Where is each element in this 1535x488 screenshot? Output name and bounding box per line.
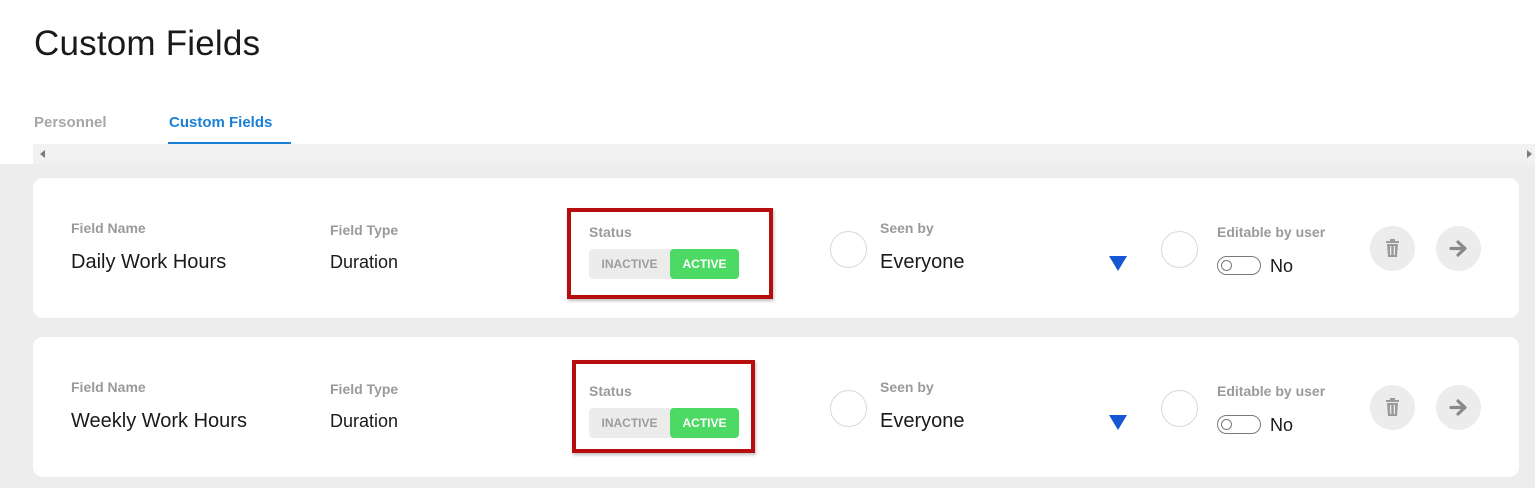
- triangle-down-icon[interactable]: [1109, 256, 1127, 271]
- tab-custom-fields[interactable]: Custom Fields: [168, 114, 292, 144]
- trash-icon: [1386, 398, 1399, 416]
- switch-knob: [1221, 419, 1232, 430]
- editable-by-user-label: Editable by user: [1217, 383, 1326, 399]
- field-name-value: Weekly Work Hours: [71, 410, 247, 432]
- seen-by-avatar-circle: [830, 390, 867, 427]
- status-highlight-box: [572, 360, 755, 453]
- scroll-left-icon[interactable]: [40, 150, 45, 158]
- trash-icon: [1386, 239, 1399, 257]
- editable-avatar-circle: [1161, 231, 1198, 268]
- page-title: Custom Fields: [34, 24, 261, 63]
- field-name-label: Field Name: [71, 220, 146, 236]
- horizontal-scrollbar[interactable]: [33, 144, 1535, 164]
- editable-value: No: [1270, 256, 1294, 276]
- field-type-label: Field Type: [330, 222, 399, 238]
- editable-by-user-label: Editable by user: [1217, 224, 1326, 240]
- status-highlight-box: [567, 208, 773, 299]
- triangle-down-icon[interactable]: [1109, 415, 1127, 430]
- seen-by-avatar-circle: [830, 231, 867, 268]
- open-field-button[interactable]: [1436, 385, 1481, 430]
- field-name-value: Daily Work Hours: [71, 251, 227, 273]
- editable-avatar-circle: [1161, 390, 1198, 427]
- field-type-label: Field Type: [330, 381, 399, 397]
- field-type-value: Duration: [330, 252, 399, 272]
- editable-switch[interactable]: [1217, 415, 1261, 434]
- open-field-button[interactable]: [1436, 226, 1481, 271]
- switch-knob: [1221, 260, 1232, 271]
- editable-switch[interactable]: [1217, 256, 1261, 275]
- delete-button[interactable]: [1370, 385, 1415, 430]
- tab-personnel[interactable]: Personnel: [34, 114, 107, 144]
- delete-button[interactable]: [1370, 226, 1415, 271]
- custom-field-card: Field Name Weekly Work Hours Field Type …: [33, 337, 1519, 477]
- seen-by-label: Seen by: [880, 220, 934, 236]
- custom-field-card: Field Name Daily Work Hours Field Type D…: [33, 178, 1519, 318]
- arrow-right-icon: [1449, 240, 1467, 257]
- seen-by-label: Seen by: [880, 379, 934, 395]
- field-type-value: Duration: [330, 411, 399, 431]
- seen-by-value[interactable]: Everyone: [880, 410, 965, 433]
- editable-value: No: [1270, 415, 1294, 435]
- field-name-label: Field Name: [71, 379, 146, 395]
- seen-by-value[interactable]: Everyone: [880, 251, 965, 274]
- arrow-right-icon: [1449, 399, 1467, 416]
- scroll-right-icon[interactable]: [1527, 150, 1532, 158]
